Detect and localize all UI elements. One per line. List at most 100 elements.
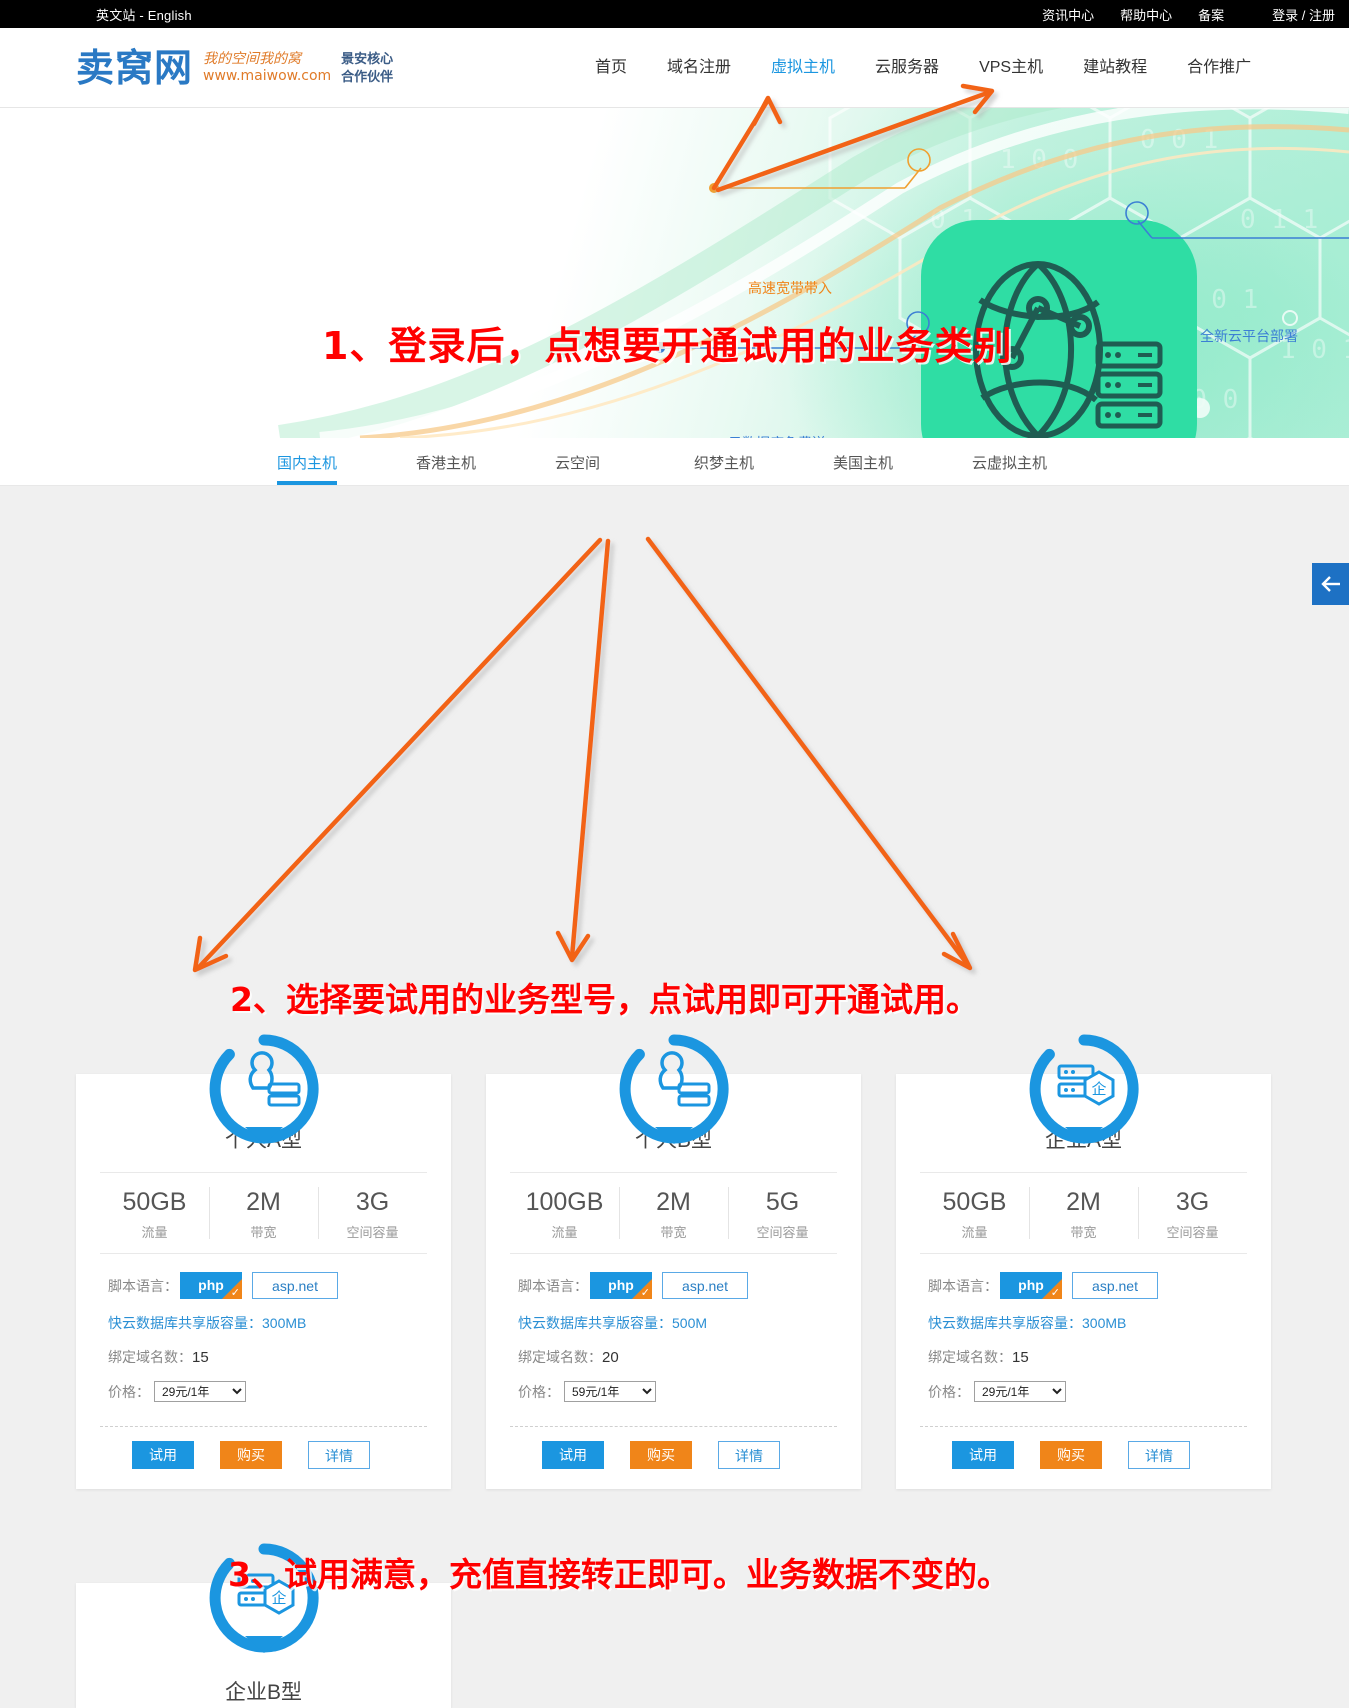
spec-space-value: 3G xyxy=(1175,1188,1210,1216)
buy-button[interactable]: 购买 xyxy=(220,1441,282,1469)
hero-banner: 0 0 1 1 0 0 0 1 1 1 0 0 0 0 1 1 0 1 0 1 … xyxy=(0,108,1349,438)
english-site-link[interactable]: 英文站 - English xyxy=(96,5,192,24)
top-link-icp[interactable]: 备案 xyxy=(1198,5,1224,24)
pricing-card-enterprise-a[interactable]: 企 企业A型 50GB 流量 2M 带宽 3G 空间容量 脚本语言 xyxy=(896,1034,1271,1489)
detail-button[interactable]: 详情 xyxy=(718,1441,780,1469)
lang-option-aspnet[interactable]: asp.net xyxy=(252,1272,338,1299)
nav-item-home[interactable]: 首页 xyxy=(575,28,647,108)
spec-traffic-label: 流量 xyxy=(961,1225,988,1240)
tab-domestic-host[interactable]: 国内主机 xyxy=(277,438,416,485)
lang-option-aspnet[interactable]: asp.net xyxy=(1072,1272,1158,1299)
price-label: 价格： xyxy=(108,1383,150,1400)
spec-traffic: 100GB 流量 xyxy=(510,1173,619,1253)
tab-cloud-space[interactable]: 云空间 xyxy=(555,438,694,473)
card-body: 脚本语言： php ✓ asp.net 快云数据库共享版容量：300MB 绑定域名… xyxy=(896,1254,1271,1412)
spec-space-label: 空间容量 xyxy=(1166,1225,1219,1240)
bound-domains-label: 绑定域名数： xyxy=(108,1349,192,1365)
check-icon: ✓ xyxy=(230,1287,240,1299)
pricing-card-enterprise-b[interactable]: 企 企业B型 xyxy=(76,1543,451,1708)
buy-button[interactable]: 购买 xyxy=(1040,1441,1102,1469)
check-icon: ✓ xyxy=(1050,1287,1060,1299)
price-select[interactable]: 29元/1年 xyxy=(154,1381,246,1402)
site-header: 卖窝网 我的空间我的窝 www.maiwow.com 景安核心 合作伙伴 首页 … xyxy=(0,28,1349,115)
top-link-help[interactable]: 帮助中心 xyxy=(1120,5,1172,24)
spec-space-value: 5G xyxy=(765,1188,800,1216)
bound-domains-value: 15 xyxy=(1012,1349,1029,1366)
check-icon: ✓ xyxy=(640,1287,650,1299)
card-specs: 100GB 流量 2M 带宽 5G 空间容量 xyxy=(510,1172,837,1254)
sidebar-collapse-button[interactable] xyxy=(1312,563,1349,605)
nav-item-domain[interactable]: 域名注册 xyxy=(647,28,751,108)
spec-traffic-label: 流量 xyxy=(551,1225,578,1240)
script-language-row: 脚本语言： php ✓ asp.net xyxy=(518,1272,829,1299)
banner-callout-lines xyxy=(650,148,1349,353)
logo-partner-badge: 景安核心 合作伙伴 xyxy=(341,50,393,86)
try-button[interactable]: 试用 xyxy=(542,1441,604,1469)
try-button[interactable]: 试用 xyxy=(132,1441,194,1469)
detail-button[interactable]: 详情 xyxy=(308,1441,370,1469)
lang-option-php[interactable]: php ✓ xyxy=(1000,1272,1062,1299)
spec-space: 5G 空间容量 xyxy=(728,1173,837,1253)
spec-bandwidth-value: 2M xyxy=(656,1188,691,1216)
detail-button[interactable]: 详情 xyxy=(1128,1441,1190,1469)
lang-option-aspnet[interactable]: asp.net xyxy=(662,1272,748,1299)
price-select[interactable]: 59元/1年 xyxy=(564,1381,656,1402)
spec-bandwidth-label: 带宽 xyxy=(660,1225,687,1240)
pricing-card-personal-b[interactable]: 个人B型 100GB 流量 2M 带宽 5G 空间容量 脚本语言： ph xyxy=(486,1034,861,1489)
nav-item-partner[interactable]: 合作推广 xyxy=(1167,28,1271,108)
bound-domains-label: 绑定域名数： xyxy=(518,1349,602,1365)
spec-traffic: 50GB 流量 xyxy=(100,1173,209,1253)
lang-option-php[interactable]: php ✓ xyxy=(590,1272,652,1299)
top-link-news[interactable]: 资讯中心 xyxy=(1042,5,1094,24)
nav-item-tutorial[interactable]: 建站教程 xyxy=(1063,28,1167,108)
pricing-card-personal-a[interactable]: 个人A型 50GB 流量 2M 带宽 3G 空间容量 脚本语言： php xyxy=(76,1034,451,1489)
spec-space-label: 空间容量 xyxy=(756,1225,809,1240)
price-row: 价格： 29元/1年 xyxy=(108,1381,419,1402)
card-actions: 试用 购买 详情 xyxy=(510,1426,837,1489)
bound-domains-row: 绑定域名数：15 xyxy=(928,1347,1239,1367)
card-actions: 试用 购买 详情 xyxy=(100,1426,427,1489)
spec-space: 3G 空间容量 xyxy=(1138,1173,1247,1253)
try-button[interactable]: 试用 xyxy=(952,1441,1014,1469)
logo-text: 卖窝网 xyxy=(76,45,194,90)
site-logo[interactable]: 卖窝网 我的空间我的窝 www.maiwow.com 景安核心 合作伙伴 xyxy=(76,49,393,87)
spec-traffic-value: 50GB xyxy=(122,1188,187,1216)
spec-bandwidth-label: 带宽 xyxy=(250,1225,277,1240)
nav-item-virtual-host[interactable]: 虚拟主机 xyxy=(751,28,855,115)
price-row: 价格： 59元/1年 xyxy=(518,1381,829,1402)
tab-hongkong-host[interactable]: 香港主机 xyxy=(416,438,555,473)
arrow-left-icon xyxy=(1320,576,1340,592)
spec-bandwidth: 2M 带宽 xyxy=(619,1173,728,1253)
price-select[interactable]: 29元/1年 xyxy=(974,1381,1066,1402)
lang-option-php[interactable]: php ✓ xyxy=(180,1272,242,1299)
script-language-label: 脚本语言： xyxy=(108,1277,178,1294)
nav-item-cloud-server[interactable]: 云服务器 xyxy=(855,28,959,108)
top-links-group: 资讯中心 帮助中心 备案 登录 / 注册 xyxy=(1042,5,1335,24)
logo-tagline-block: 我的空间我的窝 www.maiwow.com xyxy=(203,51,331,85)
card-body: 脚本语言： php ✓ asp.net 快云数据库共享版容量：300MB 绑定域名… xyxy=(76,1254,451,1412)
spec-traffic-label: 流量 xyxy=(141,1225,168,1240)
spec-space-label: 空间容量 xyxy=(346,1225,399,1240)
tab-dedecms-host[interactable]: 织梦主机 xyxy=(694,438,833,473)
script-language-row: 脚本语言： php ✓ asp.net xyxy=(928,1272,1239,1299)
script-language-label: 脚本语言： xyxy=(928,1277,998,1294)
card-specs: 50GB 流量 2M 带宽 3G 空间容量 xyxy=(920,1172,1247,1254)
host-category-tabs: 国内主机 香港主机 云空间 织梦主机 美国主机 云虚拟主机 xyxy=(0,438,1349,486)
main-navigation: 首页 域名注册 虚拟主机 云服务器 VPS主机 建站教程 合作推广 xyxy=(575,28,1271,115)
person-server-icon xyxy=(619,1034,729,1144)
nav-item-vps[interactable]: VPS主机 xyxy=(959,28,1063,108)
bound-domains-row: 绑定域名数：15 xyxy=(108,1347,419,1367)
top-link-login-register[interactable]: 登录 / 注册 xyxy=(1272,5,1335,24)
database-capacity-text: 快云数据库共享版容量：300MB xyxy=(928,1315,1127,1331)
spec-bandwidth: 2M 带宽 xyxy=(209,1173,318,1253)
spec-traffic: 50GB 流量 xyxy=(920,1173,1029,1253)
buy-button[interactable]: 购买 xyxy=(630,1441,692,1469)
spec-traffic-value: 100GB xyxy=(525,1188,604,1216)
bound-domains-value: 15 xyxy=(192,1349,209,1366)
annotation-step-1: 1、登录后，点想要开通试用的业务类别 xyxy=(322,324,1013,368)
database-capacity-text: 快云数据库共享版容量：500M xyxy=(518,1315,708,1331)
partner-badge-line2: 合作伙伴 xyxy=(341,68,394,84)
tab-cloud-virtual-host[interactable]: 云虚拟主机 xyxy=(972,438,1111,473)
card-specs: 50GB 流量 2M 带宽 3G 空间容量 xyxy=(100,1172,427,1254)
tab-usa-host[interactable]: 美国主机 xyxy=(833,438,972,473)
